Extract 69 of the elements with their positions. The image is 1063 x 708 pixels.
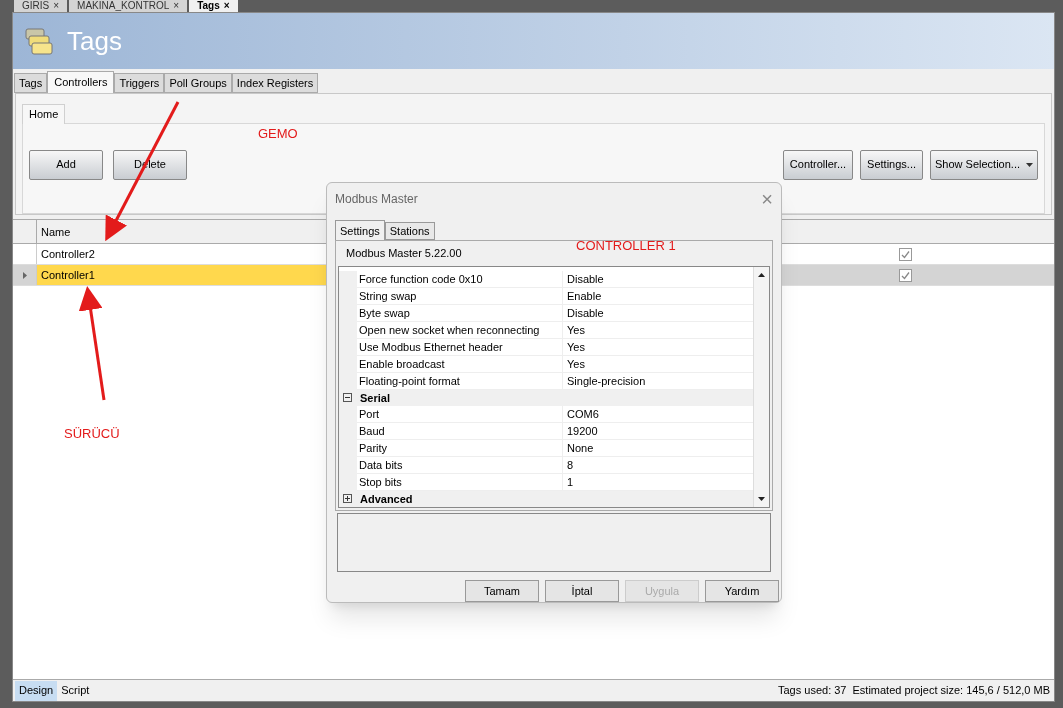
ribbon-button[interactable]: Add	[29, 149, 103, 180]
property-value[interactable]: Disable	[563, 304, 604, 321]
property-name: Open new socket when reconnecting	[357, 321, 563, 338]
property-name: Baud	[357, 422, 563, 439]
tab[interactable]: Settings	[335, 220, 385, 241]
close-icon[interactable]: ×	[173, 0, 180, 12]
property-value[interactable]: Yes	[563, 338, 585, 355]
property-value[interactable]: Enable	[563, 287, 602, 304]
column-header: Name	[40, 225, 71, 240]
property-value[interactable]: 19200	[563, 422, 598, 439]
dialog-subtitle: Modbus Master 5.22.00	[346, 246, 462, 262]
property-name: Use Modbus Ethernet header	[357, 338, 563, 355]
table-cell-text: Controller2	[40, 247, 96, 262]
view-tab[interactable]: Design	[15, 680, 58, 701]
property-value[interactable]: COM6	[563, 405, 599, 422]
property-name: Data bits	[357, 456, 563, 473]
view-tab[interactable]: Script	[57, 680, 94, 701]
expander-icon[interactable]	[343, 393, 352, 403]
tab[interactable]: Poll Groups	[164, 73, 232, 93]
property-value[interactable]: None	[563, 439, 594, 456]
page-title: Tags	[67, 24, 122, 58]
dialog-button[interactable]: İptal	[545, 580, 619, 602]
scroll-down-icon[interactable]	[758, 496, 765, 501]
status-text: Tags used: 37	[778, 683, 847, 699]
category-label: Serial	[360, 390, 390, 406]
dropdown-button[interactable]: Show Selection...	[930, 149, 1038, 180]
annotation-label: GEMO	[258, 125, 298, 143]
property-name: Floating-point format	[357, 372, 563, 389]
caret-icon	[1026, 162, 1033, 167]
tag-folder-icon	[23, 25, 55, 57]
scrollbar[interactable]	[753, 266, 769, 507]
ribbon-button[interactable]: Controller...	[782, 149, 854, 180]
tab[interactable]: Controllers	[47, 71, 115, 93]
checkbox[interactable]	[899, 268, 912, 282]
dialog-title: Modbus Master	[335, 190, 418, 208]
close-icon[interactable]: ×	[223, 0, 230, 12]
status-text: Estimated project size: 145,6 / 512,0 MB	[852, 683, 1050, 699]
property-name: Enable broadcast	[357, 355, 563, 372]
property-name: Force function code 0x10	[357, 270, 563, 287]
property-name: Stop bits	[357, 473, 563, 490]
document-tab[interactable]: Tags ×	[189, 0, 238, 12]
property-name: Byte swap	[357, 304, 563, 321]
checkbox[interactable]	[899, 247, 912, 261]
row-pointer-icon	[22, 271, 27, 279]
tab[interactable]: Tags	[14, 73, 48, 93]
property-name: Port	[357, 405, 563, 422]
annotation-label: CONTROLLER 1	[576, 237, 676, 255]
property-value[interactable]: Single-precision	[563, 372, 646, 389]
document-tab[interactable]: MAKINA_KONTROL ×	[69, 0, 188, 12]
document-tab[interactable]: GIRIS ×	[14, 0, 68, 12]
annotation-label: SÜRÜCÜ	[64, 425, 120, 443]
tab[interactable]: Triggers	[114, 73, 165, 93]
property-value[interactable]: Yes	[563, 355, 585, 372]
close-icon[interactable]: ×	[53, 0, 60, 12]
dialog-button[interactable]: Yardım	[705, 580, 779, 602]
property-value[interactable]: Disable	[563, 270, 604, 287]
ribbon-tab[interactable]: Home	[22, 104, 66, 124]
expander-icon[interactable]	[343, 494, 352, 504]
property-value[interactable]: 8	[563, 456, 574, 473]
tab[interactable]: Stations	[384, 222, 435, 241]
property-name: Parity	[357, 439, 563, 456]
property-value[interactable]: Yes	[563, 321, 585, 338]
property-value[interactable]: 1	[563, 473, 574, 490]
dialog-button[interactable]: Tamam	[465, 580, 539, 602]
category-label: Advanced	[360, 491, 413, 507]
property-name: String swap	[357, 287, 563, 304]
ribbon-button[interactable]: Settings...	[860, 149, 923, 180]
tab[interactable]: Index Registers	[231, 73, 319, 93]
scroll-up-icon[interactable]	[758, 272, 765, 277]
